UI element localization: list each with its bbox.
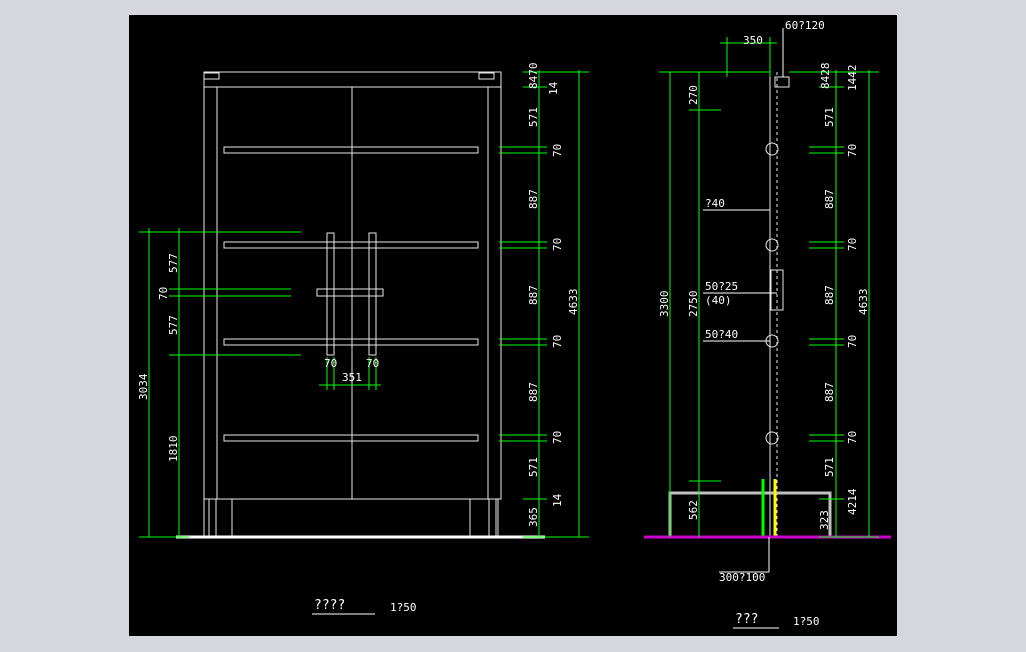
dim-label: 70: [324, 357, 337, 370]
callout-label: 300?100: [719, 571, 765, 584]
dim-total-label: 3300: [658, 291, 671, 318]
leg-left-inner: [208, 498, 217, 538]
dim-label: 577: [167, 315, 180, 335]
bracket-circle: [765, 431, 779, 445]
side-title-block: ??? 1?50: [733, 612, 820, 629]
callout-label: 50?40: [705, 328, 738, 341]
dim-label: 887: [823, 285, 836, 305]
dim-label: 887: [527, 382, 540, 402]
front-scale: 1?50: [390, 601, 417, 614]
dim-label: 562: [687, 500, 700, 520]
dim-label: 1810: [167, 436, 180, 463]
bracket-circle: [765, 142, 779, 156]
front-elevation: [176, 71, 545, 539]
front-title-block: ???? 1?50: [312, 598, 417, 615]
leg-left: [203, 498, 233, 538]
side-dimensions: 350 60?120 270 2750 562 3300 ?40 50?25 (…: [658, 19, 879, 584]
bracket-circle: [765, 238, 779, 252]
dim-label: 1442: [846, 65, 859, 92]
dim-label: 70: [846, 335, 859, 348]
horizontal-bar-4: [223, 434, 479, 442]
dim-label: 70: [551, 335, 564, 348]
dim-label: 571: [823, 457, 836, 477]
top-beam-cap-right: [478, 72, 495, 80]
dim-label: 70: [846, 238, 859, 251]
dim-label: 270: [687, 85, 700, 105]
callout-label: 60?120: [785, 19, 825, 32]
callout-label: 50?25: [705, 280, 738, 293]
side-scale: 1?50: [793, 615, 820, 628]
dim-label: 571: [527, 457, 540, 477]
cad-viewport[interactable]: 8470 14 571 70 887 70 887 70 887 70 571 …: [129, 15, 897, 636]
dim-total-label: 4633: [857, 289, 870, 316]
dim-label: 887: [527, 285, 540, 305]
cad-drawing: 8470 14 571 70 887 70 887 70 887 70 571 …: [137, 19, 891, 629]
dim-label: 887: [527, 189, 540, 209]
horizontal-bar-2: [223, 241, 479, 249]
dim-total-label: 3034: [137, 373, 150, 400]
dim-label: 14: [551, 493, 564, 507]
dim-label: 365: [527, 507, 540, 527]
callout-label: (40): [705, 294, 732, 307]
front-title: ????: [314, 598, 345, 613]
dim-label: 887: [823, 189, 836, 209]
dim-label: 2750: [687, 291, 700, 318]
side-title: ???: [735, 612, 758, 627]
top-beam-cap-left: [203, 72, 220, 80]
dim-label: 70: [551, 431, 564, 444]
top-beam: [203, 71, 502, 88]
dim-label: 887: [823, 382, 836, 402]
handle-left: [326, 232, 335, 356]
dim-label: 577: [167, 253, 180, 273]
dim-label: 8470: [527, 63, 540, 90]
dim-label: 14: [547, 81, 560, 95]
front-dimensions: 8470 14 571 70 887 70 887 70 887 70 571 …: [137, 63, 589, 538]
dim-label: 571: [823, 107, 836, 127]
leg-right-inner: [488, 498, 497, 538]
side-elevation: [644, 72, 891, 539]
callout-label: ?40: [705, 197, 725, 210]
dim-label: 70: [846, 431, 859, 444]
dim-label: 350: [743, 34, 763, 47]
dim-label: 70: [366, 357, 379, 370]
dim-label: 8428: [819, 63, 832, 90]
dim-label: 70: [551, 144, 564, 157]
dim-label: 571: [527, 107, 540, 127]
dim-label: 70: [551, 238, 564, 251]
handle-right: [368, 232, 377, 356]
dim-label: 4214: [846, 488, 859, 515]
dim-label: 351: [342, 371, 362, 384]
dim-label: 323: [818, 510, 831, 530]
dim-label: 70: [157, 287, 170, 300]
dim-label: 70: [846, 144, 859, 157]
horizontal-bar-1: [223, 146, 479, 154]
leg-right: [469, 498, 499, 538]
dim-total-label: 4633: [567, 289, 580, 316]
horizontal-bar-3: [223, 338, 479, 346]
